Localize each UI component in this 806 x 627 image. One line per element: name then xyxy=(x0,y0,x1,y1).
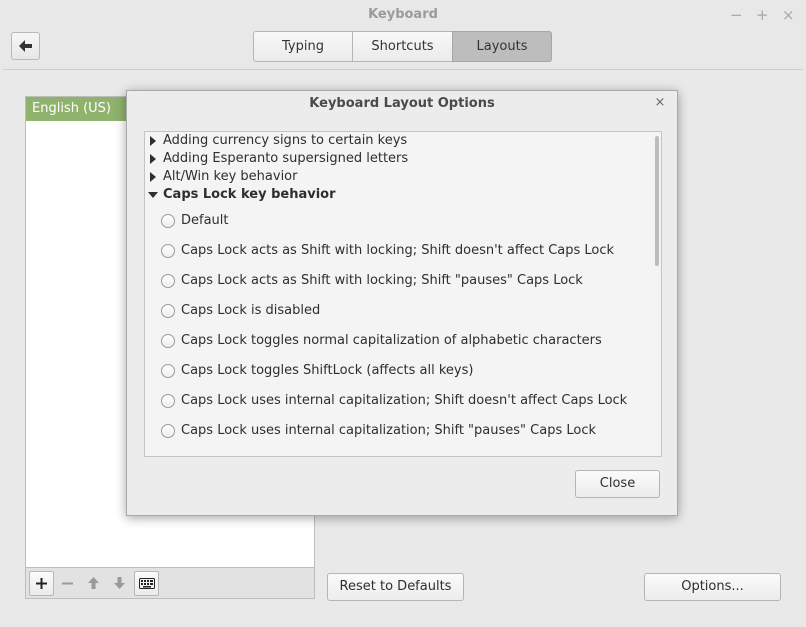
radio-button[interactable] xyxy=(161,364,175,378)
dialog-title: Keyboard Layout Options xyxy=(309,96,495,111)
expander-expanded-icon xyxy=(148,192,158,198)
plus-icon xyxy=(36,577,47,589)
show-keyboard-layout-button[interactable] xyxy=(134,570,159,596)
window-title: Keyboard xyxy=(368,7,438,22)
radio-button[interactable] xyxy=(161,334,175,348)
tree-group-label: Caps Lock key behavior xyxy=(163,187,336,202)
option-label: Caps Lock acts as Shift with locking; Sh… xyxy=(181,243,615,258)
option-label: Default xyxy=(181,213,229,228)
radio-button[interactable] xyxy=(161,274,175,288)
tree-group-label: Adding Esperanto supersigned letters xyxy=(163,151,409,166)
option-label: Caps Lock uses internal capitalization; … xyxy=(181,393,628,408)
radio-button[interactable] xyxy=(161,394,175,408)
layout-list-toolbar xyxy=(25,568,315,599)
window-close-button[interactable]: × xyxy=(782,6,795,24)
back-arrow-icon xyxy=(19,40,32,52)
option-label: Caps Lock is disabled xyxy=(181,303,321,318)
minus-icon xyxy=(62,582,73,584)
dialog-close-icon[interactable]: × xyxy=(653,95,667,111)
radio-button[interactable] xyxy=(161,214,175,228)
minimize-button[interactable]: − xyxy=(730,6,743,24)
tree-group-label: Adding currency signs to certain keys xyxy=(163,133,408,148)
dialog-close-button[interactable]: Close xyxy=(575,470,660,498)
expander-collapsed-icon xyxy=(150,172,156,182)
arrow-down-icon xyxy=(114,577,125,589)
radio-button[interactable] xyxy=(161,424,175,438)
options-tree[interactable]: Adding currency signs to certain keys Ad… xyxy=(144,131,662,457)
tab-bar: Typing Shortcuts Layouts xyxy=(253,31,552,62)
move-down-button[interactable] xyxy=(107,571,132,596)
option-label: Caps Lock acts as Shift with locking; Sh… xyxy=(181,273,583,288)
keyboard-window: Keyboard − + × Typing Shortcuts Layouts … xyxy=(0,0,806,627)
remove-layout-button[interactable] xyxy=(55,571,80,596)
option-label: Caps Lock toggles normal capitalization … xyxy=(181,333,602,348)
keyboard-layout-options-dialog: Keyboard Layout Options × Adding currenc… xyxy=(126,90,678,516)
tab-shortcuts[interactable]: Shortcuts xyxy=(352,31,453,62)
tree-group-label: Alt/Win key behavior xyxy=(163,169,298,184)
radio-button[interactable] xyxy=(161,304,175,318)
maximize-button[interactable]: + xyxy=(756,6,769,24)
option-label: Caps Lock toggles ShiftLock (affects all… xyxy=(181,363,474,378)
radio-button[interactable] xyxy=(161,244,175,258)
move-up-button[interactable] xyxy=(81,571,106,596)
options-button[interactable]: Options... xyxy=(644,573,781,601)
expander-collapsed-icon xyxy=(150,154,156,164)
arrow-up-icon xyxy=(88,577,99,589)
tab-typing[interactable]: Typing xyxy=(253,31,353,62)
tree-scrollbar[interactable] xyxy=(655,136,659,266)
expander-collapsed-icon xyxy=(150,136,156,146)
back-button[interactable] xyxy=(11,32,40,60)
tab-layouts[interactable]: Layouts xyxy=(452,31,552,62)
reset-to-defaults-button[interactable]: Reset to Defaults xyxy=(327,573,464,601)
keyboard-icon xyxy=(138,577,155,589)
add-layout-button[interactable] xyxy=(29,570,54,596)
option-label: Caps Lock uses internal capitalization; … xyxy=(181,423,596,438)
